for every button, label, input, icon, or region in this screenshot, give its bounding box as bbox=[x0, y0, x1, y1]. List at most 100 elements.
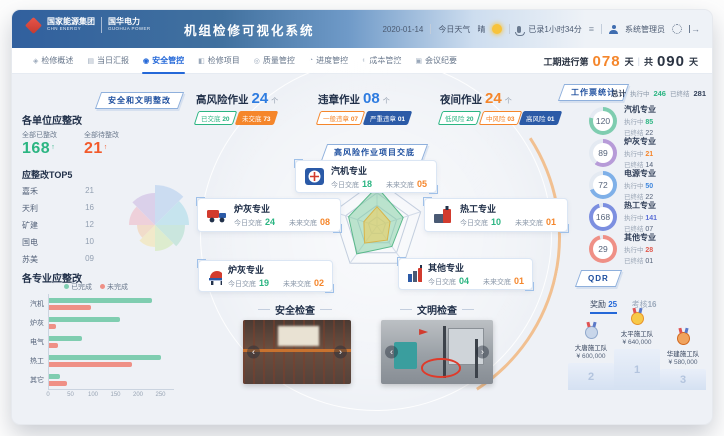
divider: | bbox=[638, 56, 640, 66]
settings-gear-icon[interactable] bbox=[672, 24, 682, 34]
weather-label: 今日天气 bbox=[438, 24, 470, 35]
weather-value: 晴 bbox=[477, 24, 485, 35]
top5-row: 国电10 bbox=[22, 237, 94, 248]
ticket-row-turbine: 120 汽机专业 执行中 85 已终结 22 bbox=[589, 104, 707, 137]
app-header: 国家能源集团 CHN ENERGY 国华电力 GUOHUA POWER 机组检修… bbox=[12, 10, 712, 48]
boiler-icon bbox=[207, 266, 222, 286]
stat-title: 违章作业 bbox=[318, 92, 360, 107]
badge-low-risk: 低风险 20 bbox=[438, 111, 481, 125]
tab-label: 质量管控 bbox=[263, 55, 295, 66]
logo-group: 国家能源集团 CHN ENERGY bbox=[47, 18, 95, 32]
badge-mid-risk: 中风险 03 bbox=[478, 111, 521, 125]
duration-unit: 天 bbox=[689, 55, 698, 68]
stat-badges: 一般违章 07 严重违章 01 bbox=[318, 111, 442, 125]
tab-label: 安全管控 bbox=[152, 55, 184, 66]
sun-icon bbox=[492, 24, 502, 34]
stat-badges: 已交底 20 未交底 73 bbox=[196, 111, 320, 125]
carousel-prev-button[interactable]: ‹ bbox=[385, 346, 398, 359]
header-toolbar: 2020-01-14 今日天气 晴 已录1小时34分 ≡ 系统管理员 → bbox=[382, 10, 700, 48]
badge-general-violation: 一般违章 07 bbox=[316, 111, 366, 125]
issue-highlight-circle bbox=[421, 358, 461, 377]
microphone-icon[interactable] bbox=[517, 26, 521, 33]
ticket-row-ash: 89 炉灰专业 执行中 21 已终结 14 bbox=[589, 136, 707, 169]
tab-quality-control[interactable]: ◎质量管控 bbox=[247, 48, 302, 74]
gold-medal-icon bbox=[631, 312, 644, 325]
truck-icon bbox=[206, 205, 228, 225]
record-duration: 已录1小时34分 bbox=[528, 24, 581, 35]
bar-plot-area: 汽机炉灰电气热工其它 bbox=[20, 294, 174, 389]
card-turbine[interactable]: 汽机专业 今日交底18未来交底05 bbox=[295, 160, 437, 193]
dash bbox=[320, 309, 332, 310]
tab-label: 当日汇报 bbox=[97, 55, 129, 66]
stat-unit: 个 bbox=[383, 96, 390, 106]
todo-value: 21↑ bbox=[84, 140, 108, 158]
safety-icon: ◉ bbox=[143, 57, 149, 65]
logo: 国家能源集团 CHN ENERGY 国华电力 GUOHUA POWER bbox=[26, 17, 151, 33]
card-ash-mid[interactable]: 炉灰专业 今日交底24未来交底08 bbox=[197, 198, 341, 232]
bronze-medal-icon bbox=[677, 332, 690, 345]
stat-unit: 个 bbox=[271, 96, 278, 106]
carousel-prev-button[interactable]: ‹ bbox=[247, 346, 260, 359]
stat-unit: 个 bbox=[505, 96, 512, 106]
badge-high-risk: 高风险 01 bbox=[519, 111, 562, 125]
card-other[interactable]: 其他专业 今日交底04未来交底01 bbox=[398, 258, 533, 290]
duration-prefix: 工期进行第 bbox=[544, 55, 589, 68]
work-ticket-summary: 总计 执行中246 已终结281 bbox=[611, 88, 706, 99]
date-text: 2020-01-14 bbox=[382, 25, 423, 34]
pump-machine bbox=[394, 342, 416, 369]
dash bbox=[258, 309, 270, 310]
gauge-ring: 120 bbox=[589, 107, 617, 135]
top5-row: 矿建12 bbox=[22, 220, 94, 231]
red-flag bbox=[419, 329, 428, 335]
badge-serious-violation: 严重违章 01 bbox=[363, 111, 413, 125]
legend-done: 已完成 bbox=[64, 282, 92, 292]
qdr-tabs: 奖励 25 考核16 bbox=[590, 294, 667, 314]
stat-value: 24 bbox=[252, 90, 269, 107]
overview-icon: ◈ bbox=[33, 57, 38, 65]
stat-violations: 违章作业08个 一般违章 07 严重违章 01 bbox=[318, 90, 442, 125]
badge-briefed: 已交底 20 bbox=[194, 111, 237, 125]
tab-daily-report[interactable]: ▤当日汇报 bbox=[80, 48, 136, 74]
bar-row: 炉灰 bbox=[20, 313, 174, 332]
top5-title: 应整改TOP5 bbox=[22, 168, 72, 181]
todo-label: 全部待整改 bbox=[84, 130, 119, 140]
carousel-next-button[interactable]: › bbox=[476, 346, 489, 359]
user-avatar-icon[interactable] bbox=[609, 25, 618, 34]
menu-icon[interactable]: ≡ bbox=[589, 24, 594, 34]
badge-not-briefed: 未交底 73 bbox=[234, 111, 277, 125]
ticket-row-other: 29 其他专业 执行中 28 已终结 01 bbox=[589, 232, 707, 265]
gauge-ring: 29 bbox=[589, 235, 617, 263]
units-section-title: 各单位应整改 bbox=[22, 112, 82, 127]
safety-check-photo[interactable]: ‹ › bbox=[243, 320, 351, 384]
card-ash-bottom[interactable]: 炉灰专业 今日交底19未来交底02 bbox=[198, 260, 333, 292]
stat-value: 08 bbox=[363, 90, 380, 107]
logout-icon[interactable]: → bbox=[689, 25, 700, 33]
duration-total-prefix: 共 bbox=[644, 55, 653, 68]
gauge-ring: 72 bbox=[589, 171, 617, 199]
section-badge-qdr: QDR bbox=[575, 270, 622, 287]
tab-overview[interactable]: ◈检修概述 bbox=[26, 48, 80, 74]
tab-projects[interactable]: ◧检修项目 bbox=[191, 48, 247, 74]
carousel-next-button[interactable]: › bbox=[334, 346, 347, 359]
top5-row: 天利16 bbox=[22, 203, 94, 214]
legend-dot-green bbox=[64, 284, 69, 289]
professions-bar-chart: 汽机炉灰电气热工其它 050100150200250 bbox=[20, 294, 174, 400]
page-title: 机组检修可视化系统 bbox=[184, 20, 315, 39]
bar-row: 热工 bbox=[20, 351, 174, 370]
podium-second-place: 大唐施工队 ¥ 600,000 2 bbox=[568, 326, 614, 390]
bar-row: 电气 bbox=[20, 332, 174, 351]
tab-safety-control[interactable]: ◉安全管控 bbox=[136, 48, 191, 74]
report-icon: ▤ bbox=[87, 57, 94, 65]
civility-check-photo[interactable]: ‹ › bbox=[381, 320, 493, 384]
top5-row: 嘉禾21 bbox=[22, 186, 94, 197]
bar-row: 其它 bbox=[20, 370, 174, 389]
logo-diamond-icon bbox=[25, 17, 42, 34]
logo-divider bbox=[101, 17, 102, 33]
up-arrow-icon: ↑ bbox=[51, 144, 55, 151]
up-arrow-icon: ↑ bbox=[104, 144, 108, 151]
tab-label: 检修项目 bbox=[208, 55, 240, 66]
factory-icon bbox=[433, 205, 454, 225]
card-thermal[interactable]: 热工专业 今日交底10未来交底01 bbox=[424, 198, 568, 232]
podium-step: 3 bbox=[660, 369, 706, 390]
dashboard-content: 安全和文明整改 各单位应整改 全部已整改 全部待整改 168↑ 21↑ 应整改T… bbox=[12, 74, 712, 424]
